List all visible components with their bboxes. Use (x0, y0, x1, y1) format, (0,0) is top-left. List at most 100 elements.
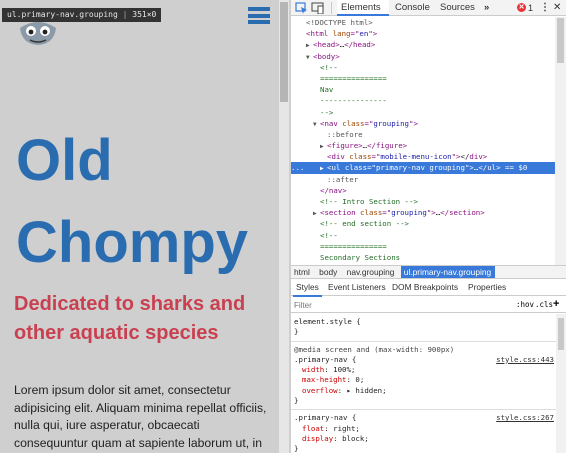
css-property-name[interactable]: width (302, 365, 324, 374)
devtools-panel: Elements Console Sources » ✕ 1 ⋮ ✕ <!DOC… (291, 0, 566, 453)
dom-token: =" (382, 208, 392, 218)
site-tagline: Dedicated to sharks and other aquatic sp… (14, 293, 246, 344)
dom-token: </figure> (367, 141, 408, 151)
dom-node[interactable]: <html lang="en"> (291, 28, 555, 39)
dom-node[interactable]: <!-- (291, 230, 555, 241)
dom-token: </nav> (320, 185, 347, 195)
dom-node[interactable]: Nav (291, 84, 555, 95)
rule-selector[interactable]: element.style { (294, 317, 556, 327)
dom-node[interactable]: --------------- (291, 95, 555, 106)
css-property-value[interactable]: 0; (355, 375, 364, 384)
dom-token: "> (464, 163, 474, 173)
dom-node[interactable]: =============== (291, 73, 555, 84)
css-declaration[interactable]: float: right; (294, 424, 556, 434)
breadcrumb-ul-selected[interactable]: ul.primary-nav.grouping (400, 266, 496, 278)
dom-token: "> (409, 118, 418, 128)
css-property-value[interactable]: block; (342, 434, 369, 443)
shark-mascot-icon[interactable] (18, 18, 58, 46)
dom-token: Secondary Sections (320, 252, 401, 262)
breadcrumb-html[interactable]: html (291, 266, 314, 278)
dom-token: class (349, 152, 372, 162)
css-property-name[interactable]: overflow (302, 386, 338, 395)
add-rule-icon[interactable]: + (553, 296, 559, 312)
tab-console[interactable]: Console (395, 0, 430, 16)
customize-menu-icon[interactable]: ⋮ (540, 0, 550, 16)
class-toggle[interactable]: .cls (535, 297, 553, 313)
css-property-value[interactable]: ▸ hidden; (347, 386, 387, 395)
dom-node[interactable]: <!DOCTYPE html> (291, 17, 555, 28)
styles-filter-input[interactable] (294, 299, 444, 311)
tab-properties[interactable]: Properties (465, 279, 509, 295)
hamburger-menu-icon[interactable] (248, 7, 270, 24)
dom-node[interactable]: ::before (291, 129, 555, 140)
rule-source-link[interactable]: style.css:443 (496, 355, 554, 364)
css-colon: : (333, 433, 343, 443)
style-rule[interactable]: element.style {} (291, 314, 556, 342)
dom-node[interactable]: Secondary Sections (291, 252, 555, 263)
tab-dom-breakpoints[interactable]: DOM Breakpoints (389, 279, 461, 295)
css-property-value[interactable]: 100%; (333, 365, 355, 374)
dom-node[interactable]: <!-- Intro Section --> (291, 196, 555, 207)
css-declaration[interactable]: overflow: ▸ hidden; (294, 386, 556, 396)
style-rule[interactable]: @media screen and (max-width: 900px) .pri… (291, 342, 556, 411)
dom-token: <!DOCTYPE html> (306, 18, 373, 27)
style-rule[interactable]: .primary-nav {style.css:267 float: right;… (291, 410, 556, 453)
css-property-name[interactable]: float (302, 424, 324, 433)
dom-token: =" (367, 163, 376, 173)
device-toolbar-icon[interactable] (311, 2, 324, 14)
site-title-line-2: Chompy (16, 210, 248, 275)
dom-tree[interactable]: <!DOCTYPE html> <html lang="en"> ▶ <head>…<… (291, 17, 555, 265)
dom-tree-scrollbar-thumb[interactable] (557, 18, 564, 63)
dom-node[interactable]: ▼ <nav class="grouping"> (291, 118, 555, 129)
dom-token: grouping (373, 118, 410, 128)
dom-node[interactable]: --> (291, 107, 555, 118)
dom-token: lang (332, 29, 351, 39)
styles-scrollbar[interactable] (556, 314, 566, 453)
error-icon[interactable]: ✕ (517, 3, 526, 12)
breadcrumb-body[interactable]: body (316, 266, 341, 278)
dom-node[interactable]: ▶ <head>…</head> (291, 39, 555, 50)
dom-node-selected[interactable]: ... ▶ <ul class="primary-nav grouping">…</… (291, 162, 555, 174)
dom-token: en (359, 29, 369, 39)
css-declaration[interactable]: max-height: 0; (294, 375, 556, 385)
error-count[interactable]: 1 (528, 0, 533, 16)
dom-tree-scrollbar[interactable] (555, 17, 566, 265)
tab-sources[interactable]: Sources (440, 0, 475, 16)
inspect-element-icon[interactable] (295, 2, 308, 14)
selected-node-gutter: ... (291, 163, 305, 173)
rule-close-brace: } (294, 396, 299, 406)
page-scrollbar-thumb[interactable] (280, 2, 288, 102)
tab-elements[interactable]: Elements (337, 0, 389, 16)
tab-event-listeners[interactable]: Event Listeners (325, 279, 389, 295)
dom-node[interactable]: <!-- (291, 62, 555, 73)
tab-styles[interactable]: Styles (293, 279, 322, 297)
styles-scrollbar-thumb[interactable] (558, 318, 564, 350)
dom-token: <!-- (320, 62, 338, 72)
dom-node[interactable]: ▼ <body> (291, 51, 555, 62)
css-property-value[interactable]: right; (333, 424, 360, 433)
rule-close-brace: } (294, 327, 299, 337)
css-declaration[interactable]: display: block; (294, 434, 556, 444)
dom-token: grouping (391, 208, 427, 218)
dom-token: <head> (313, 40, 340, 50)
dom-node[interactable]: <!-- end section --> (291, 218, 555, 229)
css-property-name[interactable]: display (302, 434, 333, 443)
rule-source-link[interactable]: style.css:267 (496, 413, 554, 422)
hover-state-toggle[interactable]: :hov (516, 297, 534, 313)
style-rules: element.style {} @media screen and (max-w… (291, 314, 556, 453)
page-scrollbar[interactable] (279, 0, 289, 453)
dom-token: <!-- (320, 230, 338, 240)
dom-node[interactable]: </nav> (291, 185, 555, 196)
dom-node[interactable]: =============== (291, 241, 555, 252)
dom-node[interactable]: <div class="mobile-menu-icon"></div> (291, 151, 555, 162)
more-tabs-chevron-icon[interactable]: » (484, 0, 489, 16)
dom-token: <body> (313, 51, 340, 61)
dom-node[interactable]: ▶ <figure>…</figure> (291, 140, 555, 151)
breadcrumb-nav[interactable]: nav.grouping (344, 266, 399, 278)
close-devtools-icon[interactable]: ✕ (553, 0, 561, 16)
dom-node[interactable]: ::after (291, 174, 555, 185)
css-declaration[interactable]: width: 100%; (294, 365, 556, 375)
dom-token: class (342, 118, 365, 128)
dom-node[interactable]: ▶ <section class="grouping">…</section> (291, 207, 555, 218)
css-property-name[interactable]: max-height (302, 375, 347, 384)
